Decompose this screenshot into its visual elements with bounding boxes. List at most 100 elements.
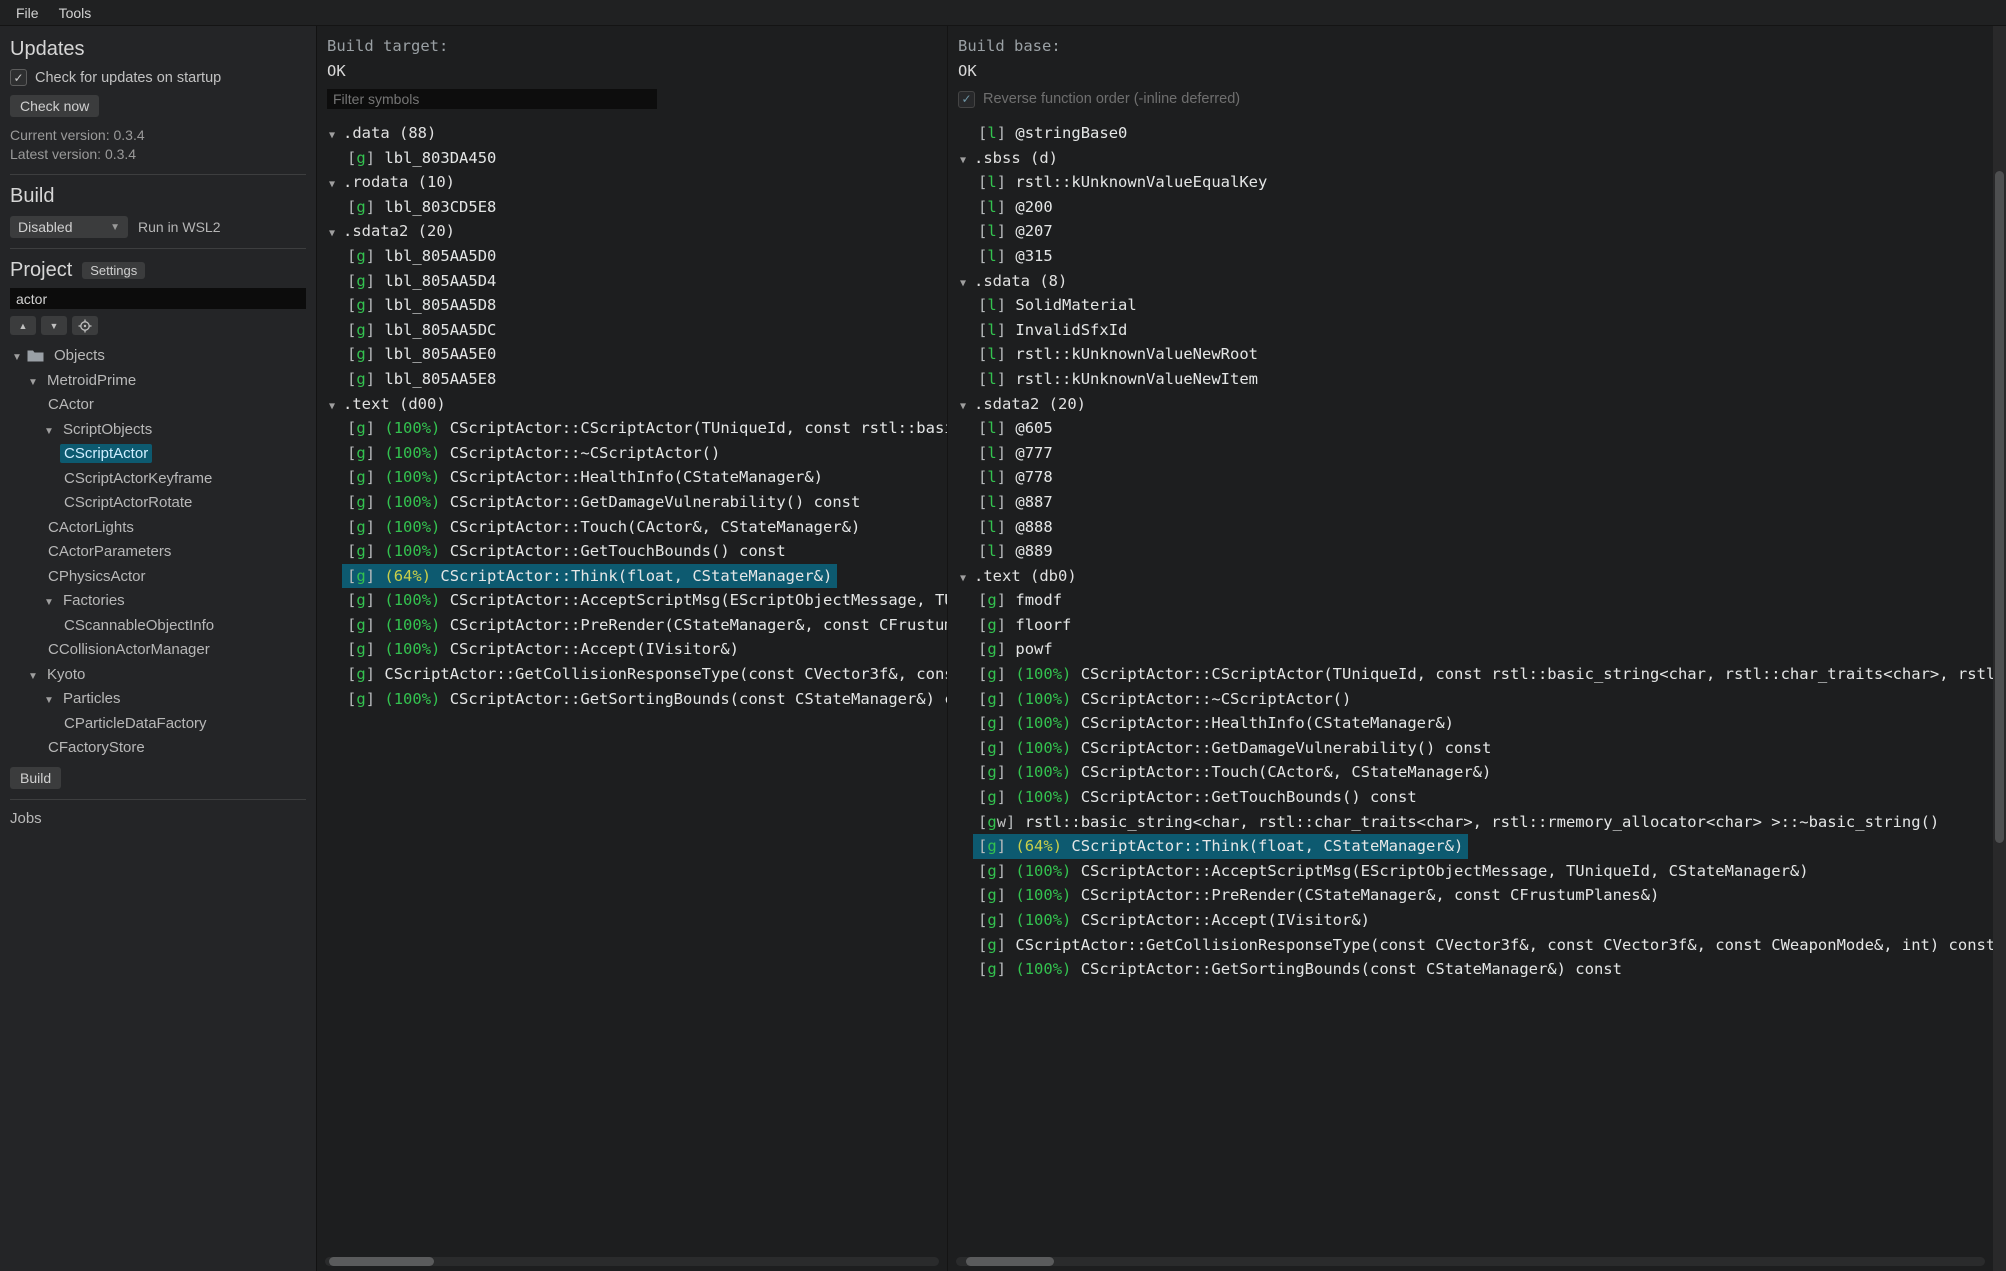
tree-item-Factories[interactable]: ▼Factories xyxy=(10,589,306,614)
symbol-row[interactable]: [l] SolidMaterial xyxy=(948,293,1993,318)
symbol-row-content[interactable]: [g] (100%) CScriptActor::GetSortingBound… xyxy=(973,957,1627,982)
symbol-row[interactable]: [l] @778 xyxy=(948,465,1993,490)
symbol-row-content[interactable]: [l] @605 xyxy=(973,416,1058,441)
symbol-row-content[interactable]: [l] @207 xyxy=(973,219,1058,244)
symbol-row-content[interactable]: [g] (100%) CScriptActor::Touch(CActor&, … xyxy=(342,515,865,540)
expand-all-button[interactable]: ▼ xyxy=(41,316,67,335)
symbol-row-content[interactable]: [g] (100%) CScriptActor::GetTouchBounds(… xyxy=(342,539,791,564)
symbol-row[interactable]: [l] @887 xyxy=(948,490,1993,515)
expander-icon[interactable]: ▼ xyxy=(960,567,974,592)
vertical-scroll-thumb[interactable] xyxy=(1995,171,2004,843)
symbol-row[interactable]: [g] (100%) CScriptActor::Accept(IVisitor… xyxy=(948,908,1993,933)
symbol-row-content[interactable]: [g] (100%) CScriptActor::Touch(CActor&, … xyxy=(973,760,1496,785)
symbol-row[interactable]: [g] floorf xyxy=(948,613,1993,638)
tree-item-Kyoto[interactable]: ▼Kyoto xyxy=(10,663,306,688)
updates-checkbox[interactable]: ✓ xyxy=(10,69,27,86)
expander-icon[interactable]: ▼ xyxy=(44,420,59,445)
symbol-row-content[interactable]: [g] lbl_805AA5D4 xyxy=(342,269,501,294)
symbol-row[interactable]: [g] (100%) CScriptActor::CScriptActor(TU… xyxy=(317,416,947,441)
section-row[interactable]: ▼.text (db0) xyxy=(948,564,1993,589)
symbol-row[interactable]: [l] InvalidSfxId xyxy=(948,318,1993,343)
expander-icon[interactable]: ▼ xyxy=(960,149,974,174)
locate-current-icon[interactable] xyxy=(72,316,98,335)
symbol-row[interactable]: [g] CScriptActor::GetCollisionResponseTy… xyxy=(948,933,1993,958)
symbol-row-content[interactable]: [g] (100%) CScriptActor::~CScriptActor() xyxy=(342,441,725,466)
symbol-row-content[interactable]: [g] (100%) CScriptActor::PreRender(CStat… xyxy=(973,883,1664,908)
expander-icon[interactable]: ▼ xyxy=(329,124,343,149)
tree-item-CScriptActorKeyframe[interactable]: CScriptActorKeyframe xyxy=(10,467,306,492)
symbol-row-content[interactable]: [l] rstl::kUnknownValueNewItem xyxy=(973,367,1263,392)
tree-item-CActorLights[interactable]: CActorLights xyxy=(10,516,306,541)
tree-item-CScriptActor[interactable]: CScriptActor xyxy=(10,442,306,467)
symbol-row[interactable]: [g] (100%) CScriptActor::PreRender(CStat… xyxy=(948,883,1993,908)
tree-item-CParticleDataFactory[interactable]: CParticleDataFactory xyxy=(10,712,306,737)
symbol-row[interactable]: [g] lbl_805AA5D4 xyxy=(317,269,947,294)
symbol-row-content[interactable]: [l] rstl::kUnknownValueNewRoot xyxy=(973,342,1263,367)
section-row[interactable]: ▼.sdata2 (20) xyxy=(948,392,1993,417)
symbol-row[interactable]: [l] @207 xyxy=(948,219,1993,244)
symbol-row-content[interactable]: [l] @887 xyxy=(973,490,1058,515)
expander-icon[interactable]: ▼ xyxy=(44,591,59,616)
symbol-row-content[interactable]: [g] (100%) CScriptActor::HealthInfo(CSta… xyxy=(342,465,828,490)
symbol-row-content[interactable]: [g] (100%) CScriptActor::CScriptActor(TU… xyxy=(342,416,948,441)
check-now-button[interactable]: Check now xyxy=(10,95,99,117)
symbol-row-content[interactable]: [l] @778 xyxy=(973,465,1058,490)
symbol-row-content[interactable]: [g] lbl_805AA5D8 xyxy=(342,293,501,318)
symbol-row-content[interactable]: [g] powf xyxy=(973,637,1058,662)
symbol-row-content[interactable]: [g] (100%) CScriptActor::CScriptActor(TU… xyxy=(973,662,1993,687)
symbol-row[interactable]: [g] CScriptActor::GetCollisionResponseTy… xyxy=(317,662,947,687)
symbol-row-content[interactable]: [g] fmodf xyxy=(973,588,1067,613)
symbol-row[interactable]: [g] (100%) CScriptActor::GetTouchBounds(… xyxy=(948,785,1993,810)
symbol-row-content[interactable]: [l] InvalidSfxId xyxy=(973,318,1132,343)
symbol-row[interactable]: [g] powf xyxy=(948,637,1993,662)
symbol-row[interactable]: [g] (100%) CScriptActor::GetSortingBound… xyxy=(317,687,947,712)
build-mode-dropdown[interactable]: Disabled ▼ xyxy=(10,216,128,238)
symbol-row-content[interactable]: [g] (100%) CScriptActor::~CScriptActor() xyxy=(973,687,1356,712)
symbol-row[interactable]: [g] (100%) CScriptActor::GetDamageVulner… xyxy=(948,736,1993,761)
symbol-filter-input[interactable] xyxy=(327,89,657,109)
tree-item-ScriptObjects[interactable]: ▼ScriptObjects xyxy=(10,418,306,443)
symbol-row[interactable]: [g] (100%) CScriptActor::GetSortingBound… xyxy=(948,957,1993,982)
symbol-row[interactable]: [l] rstl::kUnknownValueNewRoot xyxy=(948,342,1993,367)
symbol-row[interactable]: [l] @stringBase0 xyxy=(948,121,1993,146)
symbol-row-content[interactable]: [g] (100%) CScriptActor::HealthInfo(CSta… xyxy=(973,711,1459,736)
collapse-all-button[interactable]: ▲ xyxy=(10,316,36,335)
symbol-row-content[interactable]: [g] lbl_803DA450 xyxy=(342,146,501,171)
symbol-row-highlighted[interactable]: [g] (64%) CScriptActor::Think(float, CSt… xyxy=(342,564,837,589)
symbol-row-content[interactable]: [l] @315 xyxy=(973,244,1058,269)
build-button[interactable]: Build xyxy=(10,767,61,789)
tree-item-CFactoryStore[interactable]: CFactoryStore xyxy=(10,736,306,761)
expander-icon[interactable]: ▼ xyxy=(12,346,27,371)
symbol-row-content[interactable]: [g] (100%) CScriptActor::GetSortingBound… xyxy=(342,687,948,712)
tree-item-Particles[interactable]: ▼Particles xyxy=(10,687,306,712)
symbol-row-content[interactable]: [g] (100%) CScriptActor::Accept(IVisitor… xyxy=(973,908,1375,933)
symbol-row-content[interactable]: [g] lbl_803CD5E8 xyxy=(342,195,501,220)
symbol-row[interactable]: [g] (100%) CScriptActor::GetTouchBounds(… xyxy=(317,539,947,564)
symbol-row[interactable]: [g] fmodf xyxy=(948,588,1993,613)
symbol-row-content[interactable]: [g] floorf xyxy=(973,613,1076,638)
section-row[interactable]: ▼.data (88) xyxy=(317,121,947,146)
symbol-row[interactable]: [g] lbl_805AA5D0 xyxy=(317,244,947,269)
symbol-row-content[interactable]: [l] rstl::kUnknownValueEqualKey xyxy=(973,170,1272,195)
reverse-order-checkbox[interactable]: ✓ xyxy=(958,91,975,108)
symbol-row[interactable]: [g] (100%) CScriptActor::HealthInfo(CSta… xyxy=(317,465,947,490)
symbol-row[interactable]: [g] (100%) CScriptActor::Touch(CActor&, … xyxy=(948,760,1993,785)
expander-icon[interactable]: ▼ xyxy=(329,173,343,198)
symbol-row-content[interactable]: [g] (100%) CScriptActor::Accept(IVisitor… xyxy=(342,637,744,662)
symbol-row[interactable]: [g] lbl_803CD5E8 xyxy=(317,195,947,220)
expander-icon[interactable]: ▼ xyxy=(960,272,974,297)
symbol-row-content[interactable]: [g] (100%) CScriptActor::AcceptScriptMsg… xyxy=(973,859,1814,884)
tree-item-Objects[interactable]: ▼Objects xyxy=(10,344,306,369)
symbol-row[interactable]: [g] (100%) CScriptActor::AcceptScriptMsg… xyxy=(317,588,947,613)
symbol-row-content[interactable]: [g] lbl_805AA5E0 xyxy=(342,342,501,367)
symbol-row[interactable]: [l] @605 xyxy=(948,416,1993,441)
symbol-row[interactable]: [g] (100%) CScriptActor::AcceptScriptMsg… xyxy=(948,859,1993,884)
tree-item-CCollisionActorManager[interactable]: CCollisionActorManager xyxy=(10,638,306,663)
target-hscrollbar[interactable] xyxy=(325,1257,939,1266)
symbol-row[interactable]: [g] (100%) CScriptActor::GetDamageVulner… xyxy=(317,490,947,515)
section-row[interactable]: ▼.text (d00) xyxy=(317,392,947,417)
symbol-row[interactable]: [g] lbl_803DA450 xyxy=(317,146,947,171)
symbol-row[interactable]: [g] (64%) CScriptActor::Think(float, CSt… xyxy=(317,564,947,589)
symbol-row[interactable]: [l] @777 xyxy=(948,441,1993,466)
symbol-row-content[interactable]: [l] @stringBase0 xyxy=(973,121,1132,146)
